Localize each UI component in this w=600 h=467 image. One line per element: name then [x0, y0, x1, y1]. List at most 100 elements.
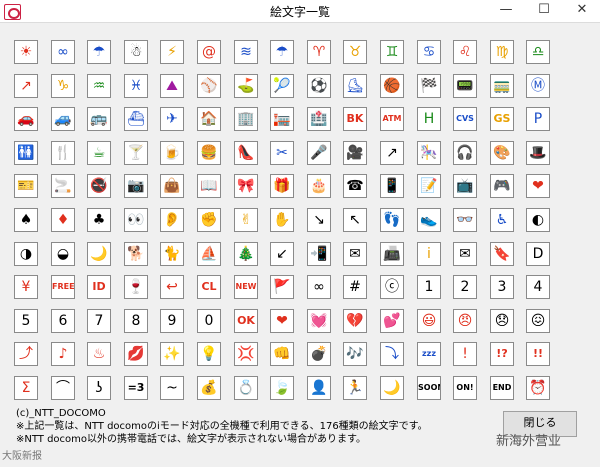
emoji-notes-icon[interactable]: ʖ	[87, 376, 111, 400]
minimize-button[interactable]: —	[488, 0, 524, 22]
emoji-birthday-icon[interactable]: 📱	[380, 174, 404, 198]
emoji-sign02-icon[interactable]: 💍	[234, 376, 258, 400]
emoji-zero-icon[interactable]: 😃	[417, 309, 441, 333]
emoji-by-d-icon[interactable]: 🍷	[124, 275, 148, 299]
emoji-angry-icon[interactable]: 💋	[124, 342, 148, 366]
emoji-karaoke-icon[interactable]: 🎥	[343, 141, 367, 165]
emoji-signal-icon[interactable]: 🚻	[14, 141, 38, 165]
emoji-baseball-icon[interactable]: ⚾	[197, 74, 221, 98]
emoji-post-office-icon[interactable]: 🏣	[270, 107, 294, 131]
emoji-heart01-icon[interactable]: 😞	[490, 309, 514, 333]
emoji-tennis-icon[interactable]: 🎾	[270, 74, 294, 98]
emoji-book-icon[interactable]: 🎁	[270, 174, 294, 198]
emoji-snowman-icon[interactable]: ☃	[124, 40, 148, 64]
emoji-gemini-icon[interactable]: ♊	[380, 40, 404, 64]
emoji-one-icon[interactable]: 7	[87, 309, 111, 333]
emoji-umbrella-icon[interactable]: ☂	[87, 40, 111, 64]
emoji-cvs-icon[interactable]: CVS	[453, 107, 477, 131]
emoji-sign05-icon[interactable]: END	[490, 376, 514, 400]
emoji-telephone-icon[interactable]: 📝	[417, 174, 441, 198]
emoji-tv-icon[interactable]: ❤	[526, 174, 550, 198]
emoji-annoy-icon[interactable]: !!	[526, 342, 550, 366]
emoji-four-icon[interactable]: 0	[197, 309, 221, 333]
emoji-cute-icon[interactable]: ⤵	[380, 342, 404, 366]
emoji-upleft-icon[interactable]: 👓	[453, 208, 477, 232]
emoji-fog-icon[interactable]: ≋	[234, 40, 258, 64]
emoji-building-icon[interactable]: 🏢	[234, 107, 258, 131]
emoji-no-smoking-icon[interactable]: 👜	[160, 174, 184, 198]
emoji-enter-icon[interactable]: #	[343, 275, 367, 299]
emoji-game-icon[interactable]: ♠	[14, 208, 38, 232]
emoji-sharp-icon[interactable]: 5	[14, 309, 38, 333]
emoji-ski-icon[interactable]: ⛸	[343, 74, 367, 98]
emoji-eyeglass-icon[interactable]: ◑	[14, 242, 38, 266]
close-window-button[interactable]: ✕	[564, 0, 600, 22]
emoji-sad-icon[interactable]: 💡	[197, 342, 221, 366]
emoji-bomb-icon[interactable]: ⌒	[51, 376, 75, 400]
emoji-happy01-icon[interactable]: ♨	[87, 342, 111, 366]
emoji-heart02-icon[interactable]: 😖	[526, 309, 550, 333]
emoji-free-icon[interactable]: NEW	[234, 275, 258, 299]
emoji-gas-station-icon[interactable]: GS	[490, 107, 514, 131]
emoji-yen-icon[interactable]: CL	[197, 275, 221, 299]
emoji-cat-icon[interactable]: 📲	[307, 242, 331, 266]
emoji-phoneto-icon[interactable]: ✉	[453, 242, 477, 266]
emoji-drizzle-icon[interactable]: ☂	[270, 40, 294, 64]
emoji-nine-icon[interactable]: 💕	[380, 309, 404, 333]
emoji-up-icon[interactable]: 👊	[270, 342, 294, 366]
emoji-pisces-icon[interactable]: ♓	[124, 74, 148, 98]
emoji-punch-icon[interactable]: Σ	[14, 376, 38, 400]
emoji-soccer-icon[interactable]: ⚽	[307, 74, 331, 98]
emoji-cd-icon[interactable]: ♦	[51, 208, 75, 232]
emoji-thunder-icon[interactable]: ⚡	[160, 40, 184, 64]
emoji-info02-icon[interactable]: FREE	[51, 275, 75, 299]
emoji-ticket-icon[interactable]: 🚭	[87, 174, 111, 198]
emoji-capricorn-icon[interactable]: ♑	[51, 74, 75, 98]
emoji-moon3-icon[interactable]: ⛵	[197, 242, 221, 266]
emoji-spade-icon[interactable]: 👀	[124, 208, 148, 232]
emoji-event-icon[interactable]: 🚬	[51, 174, 75, 198]
emoji-sign04-icon[interactable]: ON!	[453, 376, 477, 400]
emoji-typhoon-icon[interactable]: @	[197, 40, 221, 64]
emoji-upwards-icon[interactable]: 🎠	[417, 141, 441, 165]
emoji-xmas-icon[interactable]: 📠	[380, 242, 404, 266]
emoji-libra-icon[interactable]: ♎	[526, 40, 550, 64]
emoji-golf-icon[interactable]: ⛳	[234, 74, 258, 98]
emoji-sweat01-icon[interactable]: 🏃	[343, 376, 367, 400]
emoji-aquarius-icon[interactable]: ♒	[87, 74, 111, 98]
emoji-memo-icon[interactable]: 🎮	[490, 174, 514, 198]
emoji-pager-icon[interactable]: 📟	[453, 74, 477, 98]
emoji-restaurant-icon[interactable]: ☕	[87, 141, 111, 165]
emoji-parking-icon[interactable]: P	[526, 107, 550, 131]
emoji-ship-icon[interactable]: ⛴	[124, 107, 148, 131]
emoji-carousel-icon[interactable]: 🎧	[453, 141, 477, 165]
emoji-rock-icon[interactable]: ↘	[307, 208, 331, 232]
emoji-eight-icon[interactable]: 💔	[343, 309, 367, 333]
emoji-boutique-icon[interactable]: ✂	[270, 141, 294, 165]
emoji-mailto-icon[interactable]: 🔖	[490, 242, 514, 266]
emoji-cloud-icon[interactable]: ∞	[51, 40, 75, 64]
emoji-dog-icon[interactable]: ↙	[270, 242, 294, 266]
emoji-dash-icon[interactable]: SOON	[417, 376, 441, 400]
emoji-wobbly-icon[interactable]: 💢	[234, 342, 258, 366]
emoji-new-icon[interactable]: 2	[453, 275, 477, 299]
emoji-three-icon[interactable]: 9	[160, 309, 184, 333]
emoji-virgo-icon[interactable]: ♍	[490, 40, 514, 64]
emoji-sports-icon[interactable]: ⛰	[160, 74, 184, 98]
emoji-despair-icon[interactable]: ✨	[160, 342, 184, 366]
emoji-down-icon[interactable]: =3	[124, 376, 148, 400]
emoji-club-icon[interactable]: ✊	[197, 208, 221, 232]
emoji-paper-icon[interactable]: 👣	[380, 208, 404, 232]
emoji-scissors-icon[interactable]: ↖	[343, 208, 367, 232]
emoji-slate-icon[interactable]: ⏰	[526, 376, 550, 400]
emoji-drama-icon[interactable]: 🎫	[14, 174, 38, 198]
emoji-freedial-icon[interactable]: 4	[526, 275, 550, 299]
emoji-impact-icon[interactable]: 👤	[307, 376, 331, 400]
emoji-art-icon[interactable]: 🎩	[526, 141, 550, 165]
emoji-info01-icon[interactable]: ¥	[14, 275, 38, 299]
emoji-bank-icon[interactable]: BK	[343, 107, 367, 131]
emoji-yacht-icon[interactable]: ✉	[343, 242, 367, 266]
emoji-music-icon[interactable]: 🎨	[490, 141, 514, 165]
emoji-camera-icon[interactable]: 📖	[197, 174, 221, 198]
emoji-bus-icon[interactable]: 🚌	[87, 107, 111, 131]
